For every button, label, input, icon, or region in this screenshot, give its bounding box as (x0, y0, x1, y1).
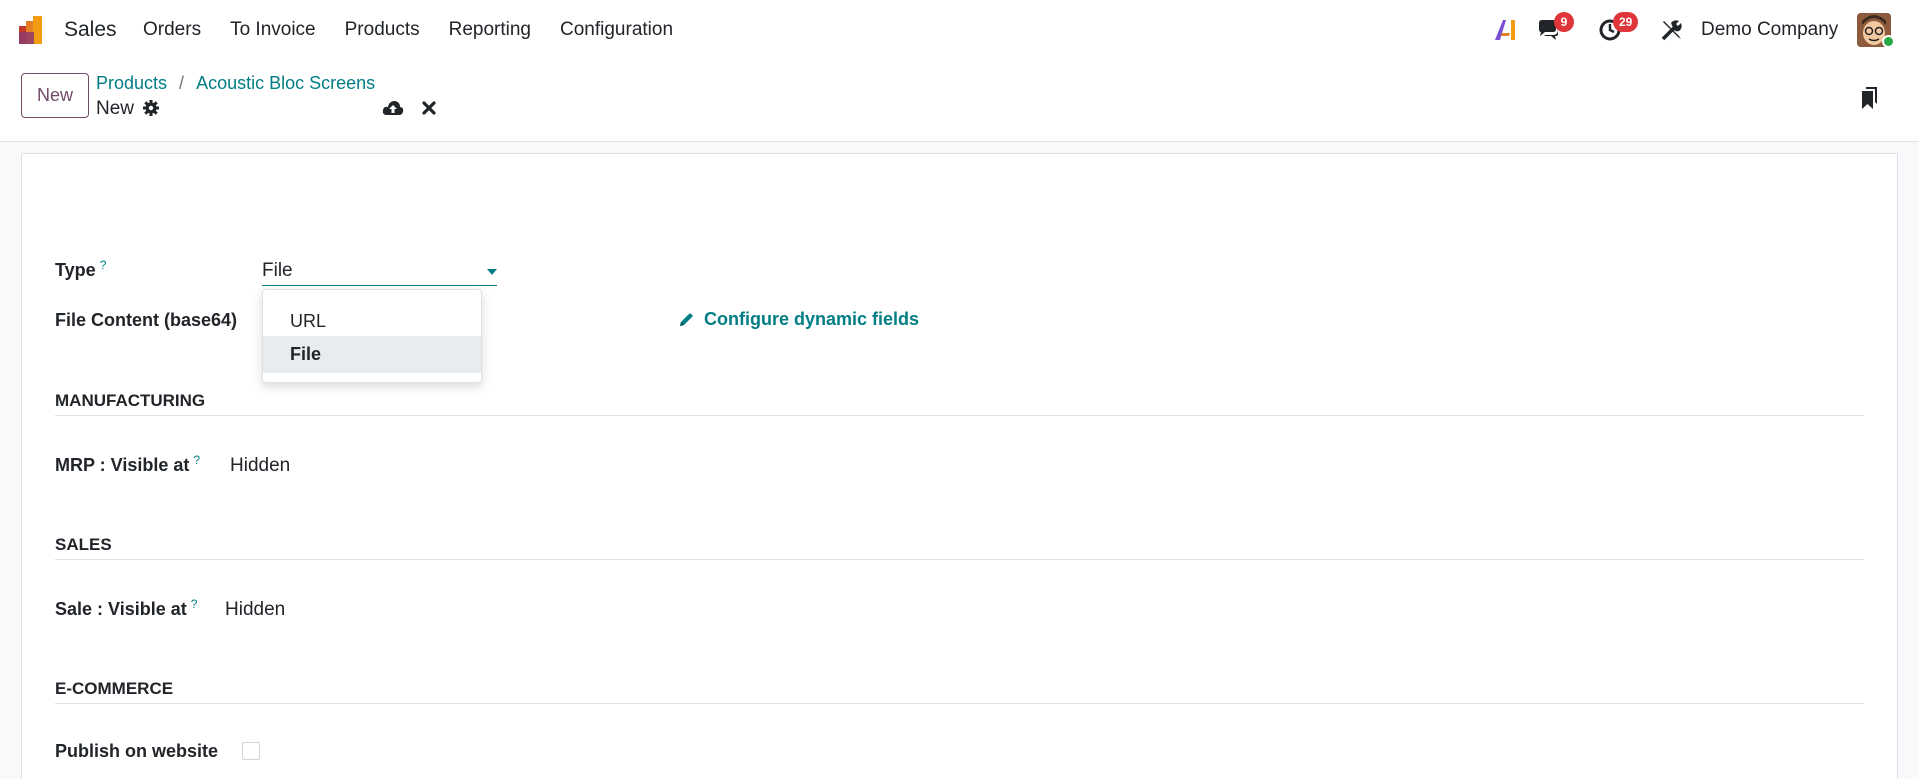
sale-visible-at-label-text: Sale : Visible at (55, 599, 187, 619)
mrp-visible-at-label: MRP : Visible at? (55, 453, 200, 476)
breadcrumb-separator: / (179, 73, 185, 93)
mrp-visible-at-field[interactable]: Hidden (230, 455, 290, 477)
section-sales: SALES (55, 535, 1864, 560)
menu-reporting[interactable]: Reporting (449, 19, 531, 41)
type-help-icon[interactable]: ? (100, 258, 107, 272)
type-option-file[interactable]: File (263, 336, 481, 373)
app-name[interactable]: Sales (64, 18, 117, 42)
publish-on-website-checkbox[interactable] (242, 742, 260, 760)
sale-visible-at-field[interactable]: Hidden (225, 599, 285, 621)
type-select-value: File (262, 260, 293, 281)
control-panel: New Products / Acoustic Bloc Screens New (0, 60, 1919, 142)
menu-to-invoice[interactable]: To Invoice (230, 19, 316, 41)
mrp-help-icon[interactable]: ? (193, 453, 200, 467)
new-button[interactable]: New (21, 73, 89, 118)
configure-dynamic-fields-label: Configure dynamic fields (704, 309, 920, 329)
record-name: New (96, 98, 135, 119)
bookmark-icon[interactable] (1860, 86, 1880, 110)
publish-on-website-label: Publish on website (55, 741, 219, 761)
company-switcher[interactable]: Demo Company (1701, 19, 1838, 41)
gear-icon[interactable] (142, 99, 160, 117)
pencil-icon (680, 313, 693, 326)
type-option-url[interactable]: URL (263, 303, 481, 340)
menu-products[interactable]: Products (345, 19, 420, 41)
sales-app-icon[interactable] (19, 14, 49, 44)
section-manufacturing: MANUFACTURING (55, 391, 1864, 416)
ai-icon[interactable] (1492, 17, 1518, 43)
mrp-visible-at-label-text: MRP : Visible at (55, 455, 190, 475)
activities-badge: 29 (1613, 12, 1639, 32)
save-cloud-icon[interactable] (382, 98, 404, 118)
file-content-label: File Content (base64) (55, 310, 238, 330)
online-status-dot (1882, 35, 1895, 48)
breadcrumb-product-record[interactable]: Acoustic Bloc Screens (196, 73, 375, 94)
menu-orders[interactable]: Orders (143, 19, 201, 41)
tools-icon[interactable] (1659, 17, 1685, 43)
messages-badge: 9 (1554, 12, 1574, 32)
sale-help-icon[interactable]: ? (191, 597, 198, 611)
breadcrumb: Products / Acoustic Bloc Screens (96, 73, 375, 94)
type-select[interactable]: File (262, 258, 497, 286)
menu-configuration[interactable]: Configuration (560, 19, 673, 41)
top-navbar: Sales Orders To Invoice Products Reporti… (0, 0, 1919, 60)
chevron-down-icon (487, 269, 497, 275)
type-dropdown-menu: URL File (262, 289, 482, 383)
discard-close-icon[interactable] (421, 100, 437, 116)
configure-dynamic-fields-link[interactable]: Configure dynamic fields (678, 309, 919, 330)
type-label-text: Type (55, 260, 96, 280)
breadcrumb-products[interactable]: Products (96, 73, 167, 94)
sale-visible-at-label: Sale : Visible at? (55, 597, 197, 620)
section-ecommerce: E-COMMERCE (55, 679, 1864, 704)
type-label: Type? (55, 258, 106, 281)
main-menu: Orders To Invoice Products Reporting Con… (143, 19, 702, 41)
